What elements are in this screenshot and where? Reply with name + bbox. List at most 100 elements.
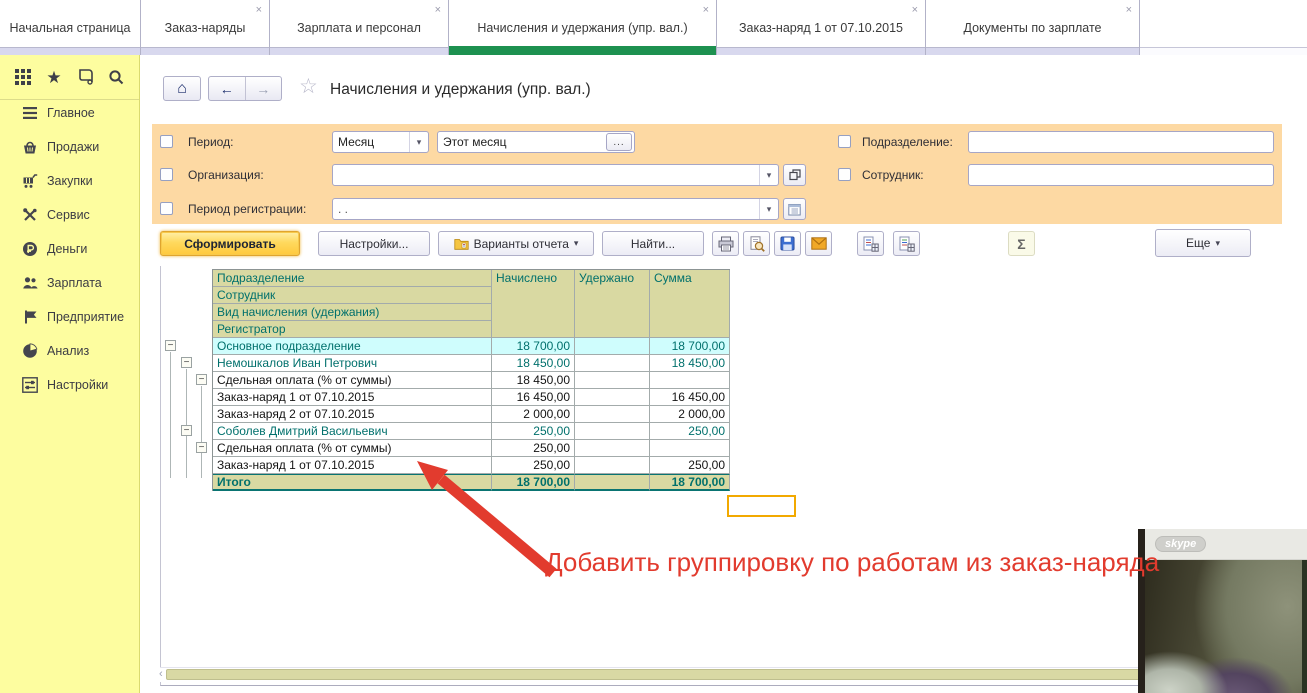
close-icon[interactable]: ×	[1126, 5, 1132, 16]
table-row[interactable]: Немошкалов Иван Петрович 18 450,00 18 45…	[213, 355, 730, 372]
tab-work-orders[interactable]: Заказ-наряды ×	[141, 0, 270, 55]
tab-home-page[interactable]: Начальная страница	[0, 0, 141, 55]
table-row[interactable]: Основное подразделение 18 700,00 18 700,…	[213, 338, 730, 355]
favorite-star-icon[interactable]: ☆	[299, 76, 318, 97]
tools-icon	[21, 207, 38, 224]
close-icon[interactable]: ×	[703, 5, 709, 16]
registration-period-field[interactable]: . . ▾	[332, 198, 779, 220]
header-withheld[interactable]: Удержано	[575, 270, 650, 338]
table-row[interactable]: Заказ-наряд 2 от 07.10.2015 2 000,00 2 0…	[213, 406, 730, 423]
row-sum: 250,00	[650, 423, 730, 440]
sidebar-item-money[interactable]: Деньги	[0, 232, 138, 266]
search-icon[interactable]	[106, 67, 126, 87]
favorites-star-icon[interactable]: ★	[44, 67, 64, 87]
employee-field[interactable]	[968, 164, 1274, 186]
header-employee[interactable]: Сотрудник	[213, 287, 492, 304]
header-registrar[interactable]: Регистратор	[213, 321, 492, 338]
sidebar-item-label: Закупки	[47, 174, 93, 188]
sidebar-item-enterprise[interactable]: Предприятие	[0, 300, 138, 334]
tab-strip	[926, 47, 1139, 55]
paste-settings-button[interactable]	[893, 231, 920, 256]
history-scroll-icon[interactable]	[75, 67, 95, 87]
sidebar-item-label: Предприятие	[47, 310, 124, 324]
collapse-toggle[interactable]: −	[165, 340, 176, 351]
tab-work-order-1[interactable]: Заказ-наряд 1 от 07.10.2015 ×	[717, 0, 926, 55]
department-field[interactable]	[968, 131, 1274, 153]
total-accrued: 18 700,00	[492, 474, 575, 491]
report-variants-button[interactable]: Варианты отчета ▾	[438, 231, 594, 256]
close-icon[interactable]: ×	[256, 5, 262, 16]
save-button[interactable]	[774, 231, 801, 256]
tab-label: Зарплата и персонал	[297, 21, 421, 35]
close-icon[interactable]: ×	[912, 5, 918, 16]
employee-input[interactable]	[969, 166, 1273, 184]
department-input[interactable]	[969, 133, 1273, 151]
table-row[interactable]: Сдельная оплата (% от суммы) 250,00	[213, 440, 730, 457]
sidebar: ★ Главное Продажи Закупки С	[0, 55, 140, 693]
find-button[interactable]: Найти...	[602, 231, 704, 256]
tab-label: Начисления и удержания (упр. вал.)	[477, 21, 687, 35]
table-row[interactable]: Заказ-наряд 1 от 07.10.2015 250,00 250,0…	[213, 457, 730, 474]
back-icon[interactable]: ←	[209, 81, 245, 97]
sidebar-item-service[interactable]: Сервис	[0, 198, 138, 232]
sidebar-item-salary[interactable]: Зарплата	[0, 266, 138, 300]
sidebar-item-sales[interactable]: Продажи	[0, 130, 138, 164]
collapse-toggle[interactable]: −	[181, 425, 192, 436]
table-row[interactable]: Сдельная оплата (% от суммы) 18 450,00	[213, 372, 730, 389]
period-checkbox[interactable]	[160, 135, 173, 148]
more-button[interactable]: Еще ▾	[1155, 229, 1251, 257]
chevron-down-icon[interactable]: ▾	[759, 165, 778, 185]
horizontal-scrollbar-thumb[interactable]	[166, 669, 1270, 680]
autosum-button[interactable]: Σ	[1008, 231, 1035, 256]
sidebar-item-purchases[interactable]: Закупки	[0, 164, 138, 198]
close-icon[interactable]: ×	[435, 5, 441, 16]
settings-button[interactable]: Настройки...	[318, 231, 430, 256]
registration-period-calendar-button[interactable]	[783, 198, 806, 220]
sidebar-tool-icons: ★	[0, 55, 139, 100]
employee-checkbox[interactable]	[838, 168, 851, 181]
organization-checkbox[interactable]	[160, 168, 173, 181]
sidebar-item-main[interactable]: Главное	[0, 96, 138, 130]
header-sum[interactable]: Сумма	[650, 270, 730, 338]
table-total-row[interactable]: Итого 18 700,00 18 700,00	[213, 474, 730, 491]
page-title: Начисления и удержания (упр. вал.)	[330, 81, 591, 99]
header-accrual-kind[interactable]: Вид начисления (удержания)	[213, 304, 492, 321]
generate-button[interactable]: Сформировать	[160, 231, 300, 256]
period-value-field[interactable]: Этот месяц ...	[437, 131, 635, 153]
header-accrued[interactable]: Начислено	[492, 270, 575, 338]
collapse-toggle[interactable]: −	[196, 374, 207, 385]
collapse-toggle[interactable]: −	[181, 357, 192, 368]
table-row[interactable]: Заказ-наряд 1 от 07.10.2015 16 450,00 16…	[213, 389, 730, 406]
scroll-left-icon[interactable]: ‹	[159, 668, 163, 680]
sidebar-item-analysis[interactable]: Анализ	[0, 334, 138, 368]
skype-video-frame	[1145, 560, 1307, 693]
department-checkbox[interactable]	[838, 135, 851, 148]
forward-icon[interactable]: →	[246, 81, 282, 97]
tab-salary-personnel[interactable]: Зарплата и персонал ×	[270, 0, 449, 55]
tab-salary-documents[interactable]: Документы по зарплате ×	[926, 0, 1140, 55]
send-email-button[interactable]	[805, 231, 832, 256]
organization-field[interactable]: ▾	[332, 164, 779, 186]
collapse-toggle[interactable]: −	[196, 442, 207, 453]
registration-period-checkbox[interactable]	[160, 202, 173, 215]
chevron-down-icon: ▾	[1215, 238, 1220, 249]
apps-grid-icon[interactable]	[13, 67, 33, 87]
chevron-down-icon[interactable]: ▾	[759, 199, 778, 219]
table-row[interactable]: Соболев Дмитрий Васильевич 250,00 250,00	[213, 423, 730, 440]
chevron-down-icon[interactable]: ▾	[409, 132, 428, 152]
print-button[interactable]	[712, 231, 739, 256]
organization-input[interactable]	[333, 166, 759, 184]
print-preview-button[interactable]	[743, 231, 770, 256]
application-window: Начальная страница Заказ-наряды × Зарпла…	[0, 0, 1307, 693]
sidebar-item-label: Анализ	[47, 344, 89, 358]
period-kind-select[interactable]: Месяц ▾	[332, 131, 429, 153]
tab-accruals-deductions[interactable]: Начисления и удержания (упр. вал.) ×	[449, 0, 717, 55]
row-accrued: 2 000,00	[492, 406, 575, 423]
header-department[interactable]: Подразделение	[213, 270, 492, 287]
organization-open-button[interactable]	[783, 164, 806, 186]
home-button[interactable]: ⌂	[163, 76, 201, 101]
home-icon: ⌂	[177, 81, 187, 97]
sidebar-item-settings[interactable]: Настройки	[0, 368, 138, 402]
period-more-button[interactable]: ...	[606, 133, 632, 151]
copy-settings-button[interactable]	[857, 231, 884, 256]
